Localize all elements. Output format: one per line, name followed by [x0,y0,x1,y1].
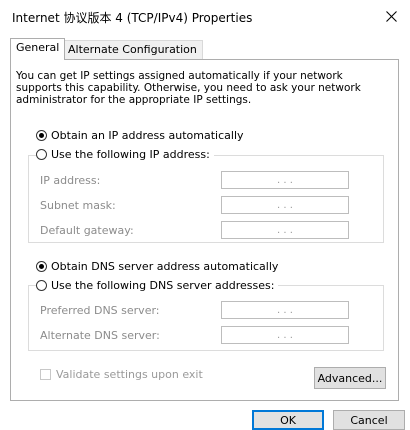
obtain-dns-auto-radio[interactable]: Obtain DNS server address automatically [36,260,278,273]
preferred-dns-label: Preferred DNS server: [40,304,160,317]
radio-unselected-indicator [36,280,47,291]
obtain-ip-auto-label: Obtain an IP address automatically [51,129,244,142]
close-button[interactable] [378,3,404,29]
window-title: Internet 协议版本 4 (TCP/IPv4) Properties [12,11,253,25]
radio-selected-indicator [36,130,47,141]
advanced-button[interactable]: Advanced... [314,367,386,389]
radio-unselected-indicator [36,149,47,160]
use-following-dns-label: Use the following DNS server addresses: [51,279,275,292]
obtain-ip-auto-radio[interactable]: Obtain an IP address automatically [36,129,244,142]
ip-address-field[interactable]: . . . [221,171,349,189]
title-bar: Internet 协议版本 4 (TCP/IPv4) Properties [0,0,410,32]
tab-alternate-configuration[interactable]: Alternate Configuration [62,40,203,59]
alternate-dns-field[interactable]: . . . [221,326,349,344]
ok-button[interactable]: OK [252,410,324,430]
obtain-dns-auto-label: Obtain DNS server address automatically [51,260,279,273]
use-following-dns-radio[interactable]: Use the following DNS server addresses: [36,279,279,292]
checkbox-box [40,369,51,380]
close-icon [385,10,397,22]
preferred-dns-field[interactable]: . . . [221,301,349,319]
subnet-mask-field[interactable]: . . . [221,196,349,214]
use-following-ip-label: Use the following IP address: [51,148,210,161]
validate-settings-checkbox[interactable]: Validate settings upon exit [40,368,203,381]
default-gateway-label: Default gateway: [40,224,134,237]
use-following-ip-radio[interactable]: Use the following IP address: [36,148,214,161]
default-gateway-field[interactable]: . . . [221,221,349,239]
tab-general[interactable]: General [10,38,66,60]
radio-selected-indicator [36,261,47,272]
ip-address-label: IP address: [40,174,101,187]
subnet-mask-label: Subnet mask: [40,199,116,212]
cancel-button[interactable]: Cancel [333,410,405,430]
validate-settings-label: Validate settings upon exit [56,368,203,381]
intro-text: You can get IP settings assigned automat… [16,70,361,106]
alternate-dns-label: Alternate DNS server: [40,329,160,342]
